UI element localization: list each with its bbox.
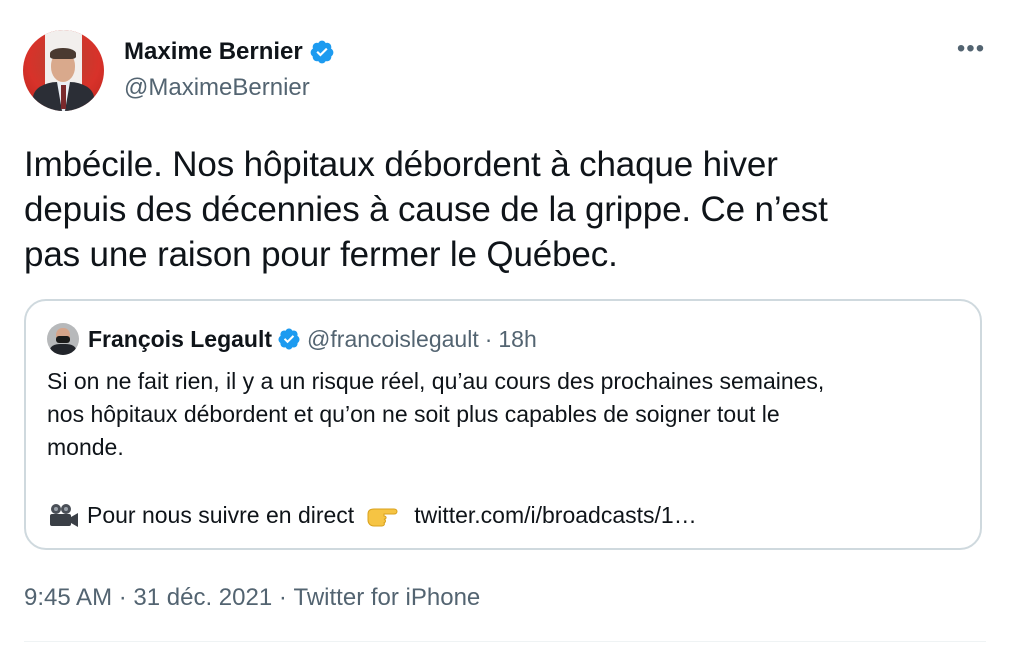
author-display-name[interactable]: Maxime Bernier: [124, 36, 303, 68]
more-options-icon[interactable]: •••: [953, 37, 989, 64]
verified-badge-icon: [278, 328, 300, 350]
quoted-tweet-card[interactable]: François Legault @francoislegault · 18h …: [24, 299, 982, 550]
quoted-avatar-mask: [56, 336, 70, 343]
tweet-text: Imbécile. Nos hôpitaux débordent à chaqu…: [24, 145, 828, 274]
author-handle[interactable]: @MaximeBernier: [124, 73, 310, 103]
author-name-row: Maxime Bernier: [124, 36, 335, 68]
quoted-author-handle: @francoislegault: [307, 325, 479, 352]
quoted-tweet-link-row: Pour nous suivre en direct twitter.com/i…: [47, 499, 697, 532]
tweet: Maxime Bernier @MaximeBernier ••• Imbéci…: [0, 0, 1022, 658]
tweet-date[interactable]: 31 déc. 2021: [133, 582, 272, 614]
avatar-hair: [50, 48, 76, 59]
divider: [24, 641, 986, 642]
tweet-source[interactable]: Twitter for iPhone: [294, 582, 481, 614]
separator-dot: ·: [112, 584, 134, 611]
separator-dot: ·: [272, 584, 294, 611]
quoted-tweet-time: 18h: [498, 325, 537, 352]
avatar-tie: [61, 85, 66, 109]
quoted-tweet-text: Si on ne fait rien, il y a un risque rée…: [47, 368, 825, 460]
broadcast-link[interactable]: twitter.com/i/broadcasts/1…: [414, 499, 697, 532]
link-prefix-text: Pour nous suivre en direct: [87, 502, 355, 528]
author-avatar[interactable]: [23, 30, 104, 111]
tweet-metadata: 9:45 AM · 31 déc. 2021 · Twitter for iPh…: [24, 582, 480, 614]
backhand-pointing-right-icon: [367, 508, 398, 526]
separator-dot: ·: [484, 325, 493, 352]
movie-camera-icon: [50, 503, 78, 527]
quoted-tweet-header: François Legault @francoislegault · 18h: [47, 323, 537, 355]
tweet-time[interactable]: 9:45 AM: [24, 582, 112, 614]
quoted-author-name: François Legault: [88, 325, 273, 352]
verified-badge-icon: [310, 40, 334, 64]
quoted-author-avatar: [47, 323, 79, 355]
quoted-avatar-suit: [50, 344, 76, 355]
